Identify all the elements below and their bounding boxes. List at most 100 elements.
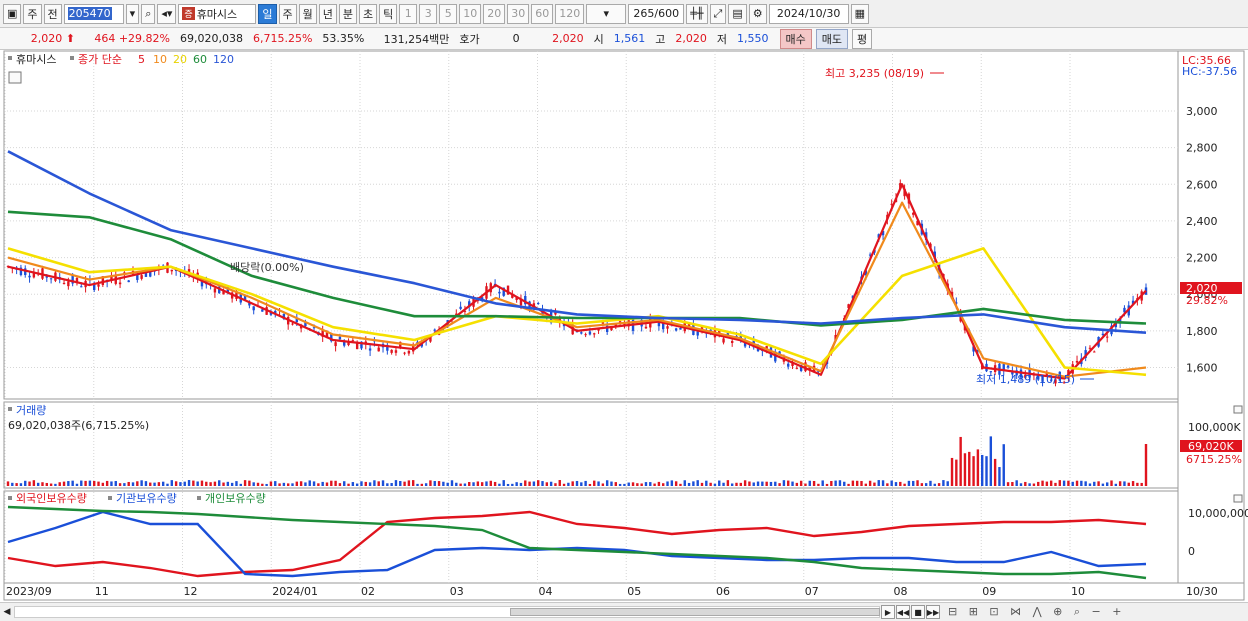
candle-body	[433, 329, 436, 331]
volume-bar	[347, 483, 350, 486]
first-page-icon[interactable]: ◀◀	[896, 605, 910, 619]
volume-close-icon[interactable]	[1233, 405, 1243, 414]
market-select[interactable]: 주	[23, 3, 42, 24]
stock-code-input[interactable]: 205470	[63, 3, 124, 24]
date-input[interactable]: 2024/10/30	[768, 3, 849, 24]
volume-bar	[1058, 480, 1061, 486]
high-value: 2,020	[675, 32, 707, 45]
interval-select[interactable]: ▾	[586, 3, 627, 24]
interval-60[interactable]: 60	[531, 3, 554, 24]
volume-bar	[1140, 482, 1143, 486]
volume-bar	[541, 481, 544, 486]
interval-3[interactable]: 3	[419, 3, 438, 24]
volume-bar	[610, 481, 613, 486]
volume-bar	[450, 480, 454, 486]
volume-bar	[537, 480, 540, 486]
interval-30[interactable]: 30	[507, 3, 530, 24]
volume-bar	[653, 483, 656, 486]
volume-bar	[877, 480, 880, 486]
volume-bar	[144, 481, 148, 486]
period-day[interactable]: 일	[258, 3, 277, 24]
price-panel	[3, 50, 1179, 400]
x-tick-label: 07	[805, 585, 819, 598]
scroll-right-icon[interactable]: ▶	[881, 605, 895, 619]
draw-icon[interactable]: ⤢	[709, 3, 727, 24]
last-page-icon[interactable]: ▶▶	[926, 605, 940, 619]
volume-bar	[459, 483, 462, 486]
volume-bar	[291, 483, 294, 486]
candle-body	[787, 363, 790, 367]
volume-bar	[1110, 480, 1113, 486]
calendar-icon[interactable]: ▦	[850, 3, 870, 24]
scroll-thumb[interactable]	[510, 608, 880, 616]
volume-bar	[627, 482, 630, 486]
period-tick[interactable]: 틱	[379, 3, 398, 24]
volume-bar	[218, 480, 221, 486]
volume-bar	[623, 483, 626, 486]
count-input[interactable]: 265/600	[628, 3, 685, 24]
layout-icon[interactable]: ▣	[3, 3, 22, 24]
volume-bar	[58, 482, 61, 486]
volume-bar	[261, 483, 264, 486]
table-icon[interactable]	[8, 71, 22, 84]
candle-body	[368, 348, 372, 351]
stock-name-field[interactable]: 증 휴마시스	[178, 3, 257, 24]
search-icon[interactable]: ⌕	[141, 3, 156, 24]
volume-bar	[205, 481, 208, 486]
dropdown-icon[interactable]: ▾	[125, 3, 140, 24]
interval-1[interactable]: 1	[399, 3, 418, 24]
volume-bar	[765, 481, 768, 486]
average-button[interactable]: 평	[852, 28, 873, 49]
gear-icon[interactable]: ⚙	[748, 3, 767, 24]
chart-area[interactable]: 2023/09 11 12 2024/01 02 03 04 05 06 07 08 09 10 3,0…	[0, 50, 1248, 602]
legend-ma5: 5	[138, 53, 145, 66]
speaker-icon[interactable]: ◂▾	[157, 3, 177, 24]
volume-bar	[756, 481, 760, 486]
interval-5[interactable]: 5	[439, 3, 458, 24]
ex-dividend-label: 배당락(0.00%)	[230, 261, 304, 274]
volume-bar	[252, 482, 255, 486]
volume-bar	[1131, 481, 1135, 486]
candle-body	[1093, 351, 1096, 353]
volume-bar	[368, 482, 372, 486]
period-minute[interactable]: 분	[338, 3, 358, 24]
legend-stock-name: 휴마시스	[16, 53, 56, 66]
scroll-left-icon[interactable]: ◀	[0, 607, 14, 617]
volume-bar	[161, 481, 165, 486]
holdings-close-icon[interactable]	[1233, 494, 1243, 503]
x-tick-label: 03	[450, 585, 464, 598]
prev-button[interactable]: 전	[43, 3, 62, 24]
stop-icon[interactable]: ■	[911, 605, 925, 619]
period-year[interactable]: 년	[318, 3, 337, 24]
buy-button[interactable]: 매수	[779, 28, 812, 49]
volume-bar	[519, 482, 523, 486]
volume-bar	[679, 483, 682, 486]
chart-tool-icons[interactable]: ⊟ ⊞ ⊡ ⋈ ⋀ ⊕ ⌕ − +	[948, 605, 1125, 619]
candle-icon[interactable]: ╪╫	[686, 3, 708, 24]
volume-bar	[558, 480, 561, 486]
volume-value-label: 69,020,038주(6,715.25%)	[8, 419, 149, 432]
period-month[interactable]: 월	[298, 3, 317, 24]
volume-bar	[149, 482, 152, 486]
volume-bar	[657, 481, 661, 486]
scroll-track[interactable]	[14, 606, 880, 618]
interval-120[interactable]: 120	[555, 3, 585, 24]
volume-bar	[778, 483, 781, 486]
volume-bar	[804, 483, 807, 486]
volume-bar	[752, 482, 755, 486]
save-icon[interactable]: ▤	[728, 3, 747, 24]
y-tick-label: 1,800	[1186, 325, 1218, 338]
candle-body	[666, 326, 669, 329]
period-week[interactable]: 주	[278, 3, 297, 24]
interval-20[interactable]: 20	[483, 3, 506, 24]
sell-button[interactable]: 매도	[815, 28, 848, 49]
volume-bar	[28, 481, 31, 486]
volume-bar	[308, 480, 311, 486]
volume-bar	[787, 480, 790, 486]
interval-10[interactable]: 10	[459, 3, 482, 24]
stock-code-value: 205470	[67, 7, 112, 20]
volume-bar	[62, 481, 66, 486]
volume-bar	[498, 483, 501, 486]
period-second[interactable]: 초	[359, 3, 378, 24]
candle-body	[795, 367, 799, 369]
